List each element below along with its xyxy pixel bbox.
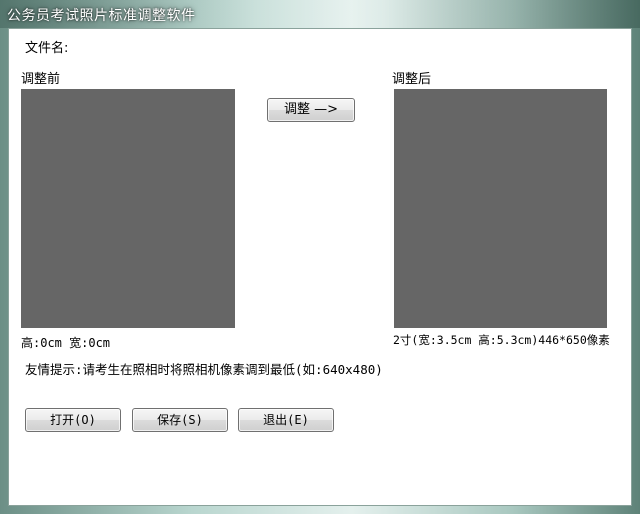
save-button[interactable]: 保存(S) [132, 408, 228, 432]
after-label: 调整后 [392, 72, 432, 87]
title-bar[interactable]: 公务员考试照片标准调整软件 [0, 0, 640, 28]
adjust-button-label: 调整 —> [283, 102, 339, 117]
open-button[interactable]: 打开(O) [25, 408, 121, 432]
save-button-label: 保存(S) [157, 413, 203, 427]
exit-button[interactable]: 退出(E) [238, 408, 334, 432]
tip-text: 友情提示:请考生在照相时将照相机像素调到最低(如:640x480) [25, 362, 383, 377]
before-photo-preview [21, 89, 235, 328]
after-photo-preview [394, 89, 607, 328]
file-name-label: 文件名: [25, 41, 69, 56]
after-size-info: 2寸(宽:3.5cm 高:5.3cm)446*650像素 [393, 333, 610, 347]
adjust-button[interactable]: 调整 —> [267, 98, 355, 122]
open-button-label: 打开(O) [50, 413, 96, 427]
before-label: 调整前 [21, 72, 61, 87]
window-frame: 公务员考试照片标准调整软件 文件名: 调整前 高:0cm 宽:0cm 调整 —>… [0, 0, 640, 514]
window-title: 公务员考试照片标准调整软件 [7, 8, 196, 24]
exit-button-label: 退出(E) [263, 413, 309, 427]
client-area: 文件名: 调整前 高:0cm 宽:0cm 调整 —> 调整后 2寸(宽:3.5c… [8, 28, 632, 506]
before-size-info: 高:0cm 宽:0cm [21, 336, 111, 350]
